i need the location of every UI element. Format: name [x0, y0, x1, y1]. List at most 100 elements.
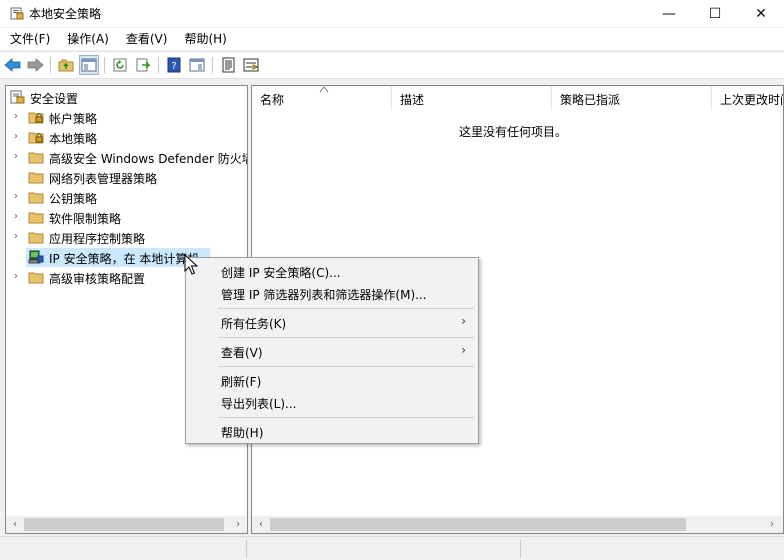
list-horizontal-scrollbar[interactable]: ‹ ›: [252, 516, 783, 533]
window-title: 本地安全策略: [29, 7, 102, 21]
tree-horizontal-scrollbar[interactable]: ‹ ›: [6, 516, 247, 533]
tree-item-label: 高级审核策略配置: [49, 272, 146, 286]
locked-folder-icon: [28, 132, 44, 144]
folder-icon: [28, 272, 44, 284]
column-header-label: 上次更改时间: [720, 93, 783, 107]
forward-button[interactable]: [25, 55, 45, 75]
up-one-level-button[interactable]: [56, 55, 76, 75]
menu-file[interactable]: 文件(F): [3, 28, 57, 50]
column-header-last-modified[interactable]: 上次更改时间: [712, 86, 783, 110]
toolbar-separator: [50, 57, 51, 73]
scroll-thumb[interactable]: [24, 518, 224, 531]
expand-chevron-icon[interactable]: ›: [14, 151, 24, 163]
folder-icon: [28, 212, 44, 224]
expand-chevron-icon[interactable]: ›: [14, 271, 24, 283]
refresh-button[interactable]: [110, 55, 130, 75]
tree-item-software-restriction[interactable]: › 软件限制策略: [6, 207, 247, 227]
toolbar-separator: [212, 57, 213, 73]
show-hide-action-pane-button[interactable]: [187, 55, 207, 75]
menu-view[interactable]: 查看(V): [119, 28, 175, 50]
refresh-icon: [113, 58, 127, 72]
app-icon: [10, 7, 24, 20]
context-menu-create-ip-policy[interactable]: 创建 IP 安全策略(C)...: [188, 260, 476, 282]
menu-separator: [218, 337, 474, 338]
status-bar: [0, 536, 784, 560]
export-list-button[interactable]: [133, 55, 153, 75]
scroll-right-arrow[interactable]: ›: [765, 518, 779, 531]
expand-chevron-icon[interactable]: ›: [14, 191, 24, 203]
locked-folder-icon: [28, 112, 44, 124]
column-header-description[interactable]: 描述: [392, 86, 552, 110]
status-divider: [520, 540, 521, 558]
tree-item-label: 本地策略: [49, 132, 98, 146]
scroll-right-arrow[interactable]: ›: [231, 518, 245, 531]
back-arrow-icon: [4, 58, 21, 72]
properties-button[interactable]: [218, 55, 238, 75]
menu-help[interactable]: 帮助(H): [177, 28, 233, 50]
menu-item-label: 查看(V): [221, 346, 263, 360]
tree-item-label: 网络列表管理器策略: [49, 172, 158, 186]
context-menu-manage-ip-filters[interactable]: 管理 IP 筛选器列表和筛选器操作(M)...: [188, 282, 476, 304]
menu-separator: [218, 366, 474, 367]
tree-item-application-control[interactable]: › 应用程序控制策略: [6, 227, 247, 247]
forward-arrow-icon: [27, 58, 44, 72]
toolbar-separator: [104, 57, 105, 73]
tree-item-label: 高级安全 Windows Defender 防火墙: [49, 152, 248, 166]
toolbar: ?: [0, 51, 784, 78]
minimize-button[interactable]: —: [646, 0, 692, 27]
tree-item-account-policies[interactable]: › 帐户策略: [6, 107, 247, 127]
scroll-thumb[interactable]: [270, 518, 686, 531]
tree-item-label: 安全设置: [30, 92, 79, 106]
tree-item-network-list-manager[interactable]: 网络列表管理器策略: [6, 167, 247, 187]
empty-list-message: 这里没有任何项目。: [458, 125, 567, 139]
menu-item-label: 创建 IP 安全策略(C)...: [221, 266, 341, 280]
menu-item-label: 刷新(F): [221, 375, 262, 389]
show-hide-console-tree-button[interactable]: [79, 55, 99, 75]
menu-action[interactable]: 操作(A): [60, 28, 116, 50]
folder-icon: [28, 232, 44, 244]
context-menu-help[interactable]: 帮助(H): [188, 420, 476, 442]
assign-arrow-icon: [243, 58, 260, 72]
context-menu-refresh[interactable]: 刷新(F): [188, 369, 476, 391]
column-header-label: 描述: [400, 93, 425, 107]
tree-item-label: 应用程序控制策略: [49, 232, 146, 246]
expand-chevron-icon[interactable]: ›: [14, 111, 24, 123]
scroll-left-arrow[interactable]: ‹: [8, 518, 22, 531]
close-button[interactable]: ✕: [738, 0, 784, 27]
svg-text:?: ?: [171, 61, 176, 72]
help-button[interactable]: ?: [164, 55, 184, 75]
tree-item-public-key-policies[interactable]: › 公钥策略: [6, 187, 247, 207]
local-security-policy-window: 本地安全策略 — ☐ ✕ 文件(F) 操作(A) 查看(V) 帮助(H) ? 安…: [0, 0, 784, 560]
context-menu-all-tasks[interactable]: 所有任务(K) ›: [188, 311, 476, 333]
menu-bar: 文件(F) 操作(A) 查看(V) 帮助(H): [0, 28, 784, 50]
assign-policy-button[interactable]: [241, 55, 261, 75]
document-icon: [222, 57, 235, 73]
tree-item-label: IP 安全策略，在 本地计算机: [49, 252, 200, 266]
tree-item-local-policies[interactable]: › 本地策略: [6, 127, 247, 147]
toolbar-separator: [158, 57, 159, 73]
security-settings-icon: [10, 90, 25, 104]
expand-chevron-icon[interactable]: ›: [14, 131, 24, 143]
expand-chevron-icon[interactable]: ›: [14, 211, 24, 223]
context-menu-view[interactable]: 查看(V) ›: [188, 340, 476, 362]
tree-item-security-settings[interactable]: 安全设置: [6, 87, 247, 107]
maximize-button[interactable]: ☐: [692, 0, 738, 27]
tree-item-windows-defender-firewall[interactable]: › 高级安全 Windows Defender 防火墙: [6, 147, 248, 167]
folder-icon: [28, 172, 44, 184]
column-header-label: 策略已指派: [560, 93, 621, 107]
menu-separator: [218, 308, 474, 309]
context-menu: 创建 IP 安全策略(C)... 管理 IP 筛选器列表和筛选器操作(M)...…: [185, 257, 479, 444]
column-header-name[interactable]: 名称: [252, 86, 392, 110]
context-menu-export-list[interactable]: 导出列表(L)...: [188, 391, 476, 413]
toolbar-bottom-strip: [0, 78, 784, 85]
export-icon: [136, 58, 151, 72]
column-header-policy-assigned[interactable]: 策略已指派: [552, 86, 712, 110]
expand-chevron-icon[interactable]: ›: [14, 231, 24, 243]
menu-item-label: 帮助(H): [221, 426, 264, 440]
folder-icon: [28, 192, 44, 204]
menu-separator: [218, 417, 474, 418]
scroll-left-arrow[interactable]: ‹: [254, 518, 268, 531]
folder-icon: [28, 152, 44, 164]
back-button[interactable]: [3, 55, 23, 75]
console-tree-icon: [81, 58, 97, 72]
